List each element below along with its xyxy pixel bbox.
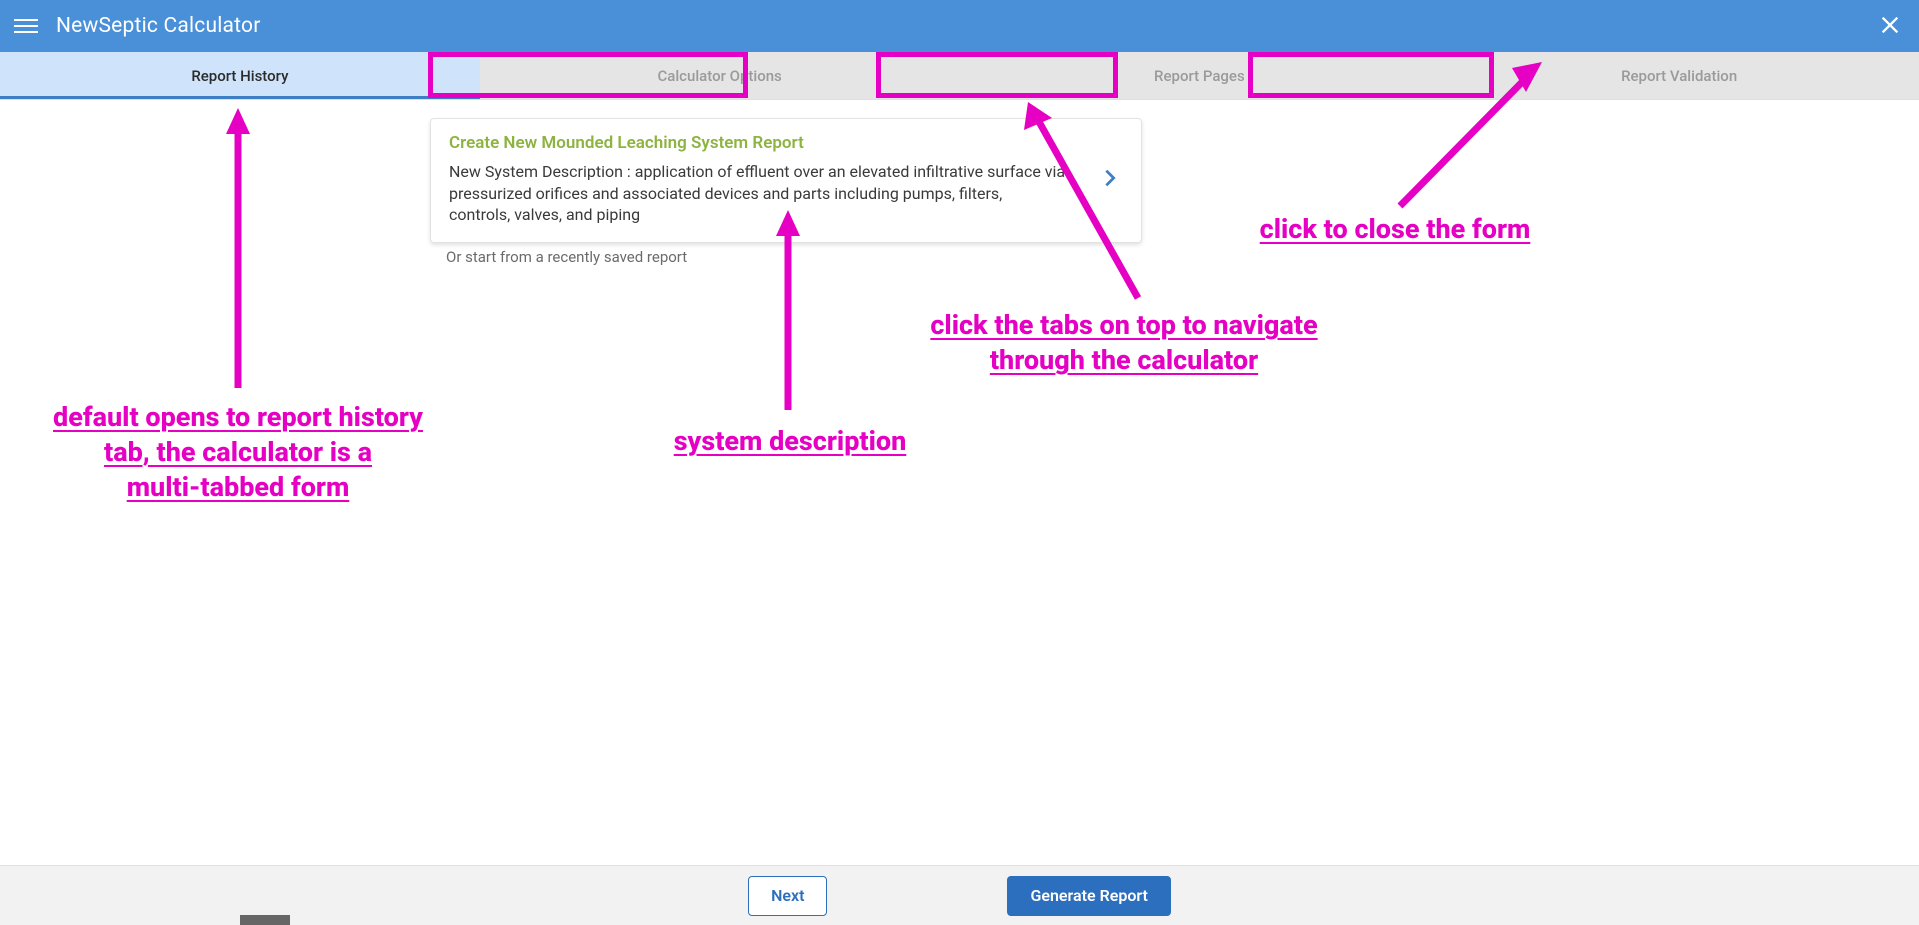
menu-icon[interactable] bbox=[14, 14, 38, 38]
tab-label: Report Pages bbox=[1154, 67, 1245, 85]
button-label: Next bbox=[771, 886, 804, 905]
tab-label: Report Validation bbox=[1621, 67, 1737, 85]
tab-report-validation[interactable]: Report Validation bbox=[1439, 52, 1919, 99]
card-body: New System Description : application of … bbox=[449, 161, 1123, 226]
button-label: Generate Report bbox=[1030, 886, 1147, 905]
content-area: Create New Mounded Leaching System Repor… bbox=[0, 100, 1919, 865]
app-bar: NewSeptic Calculator bbox=[0, 0, 1919, 52]
tab-report-pages[interactable]: Report Pages bbox=[960, 52, 1440, 99]
chevron-right-icon bbox=[1099, 167, 1121, 193]
tab-bar: Report History Calculator Options Report… bbox=[0, 52, 1919, 100]
tab-label: Calculator Options bbox=[657, 67, 781, 85]
decorative-stub bbox=[240, 915, 290, 925]
close-icon bbox=[1879, 14, 1901, 36]
close-button[interactable] bbox=[1879, 14, 1901, 40]
app-title: NewSeptic Calculator bbox=[56, 14, 261, 38]
tab-calculator-options[interactable]: Calculator Options bbox=[480, 52, 960, 99]
next-button[interactable]: Next bbox=[748, 876, 827, 916]
tab-report-history[interactable]: Report History bbox=[0, 52, 480, 99]
recent-reports-label: Or start from a recently saved report bbox=[446, 248, 687, 266]
card-title: Create New Mounded Leaching System Repor… bbox=[449, 133, 1123, 153]
create-report-card[interactable]: Create New Mounded Leaching System Repor… bbox=[430, 118, 1142, 243]
tab-label: Report History bbox=[191, 67, 288, 85]
generate-report-button[interactable]: Generate Report bbox=[1007, 876, 1170, 916]
